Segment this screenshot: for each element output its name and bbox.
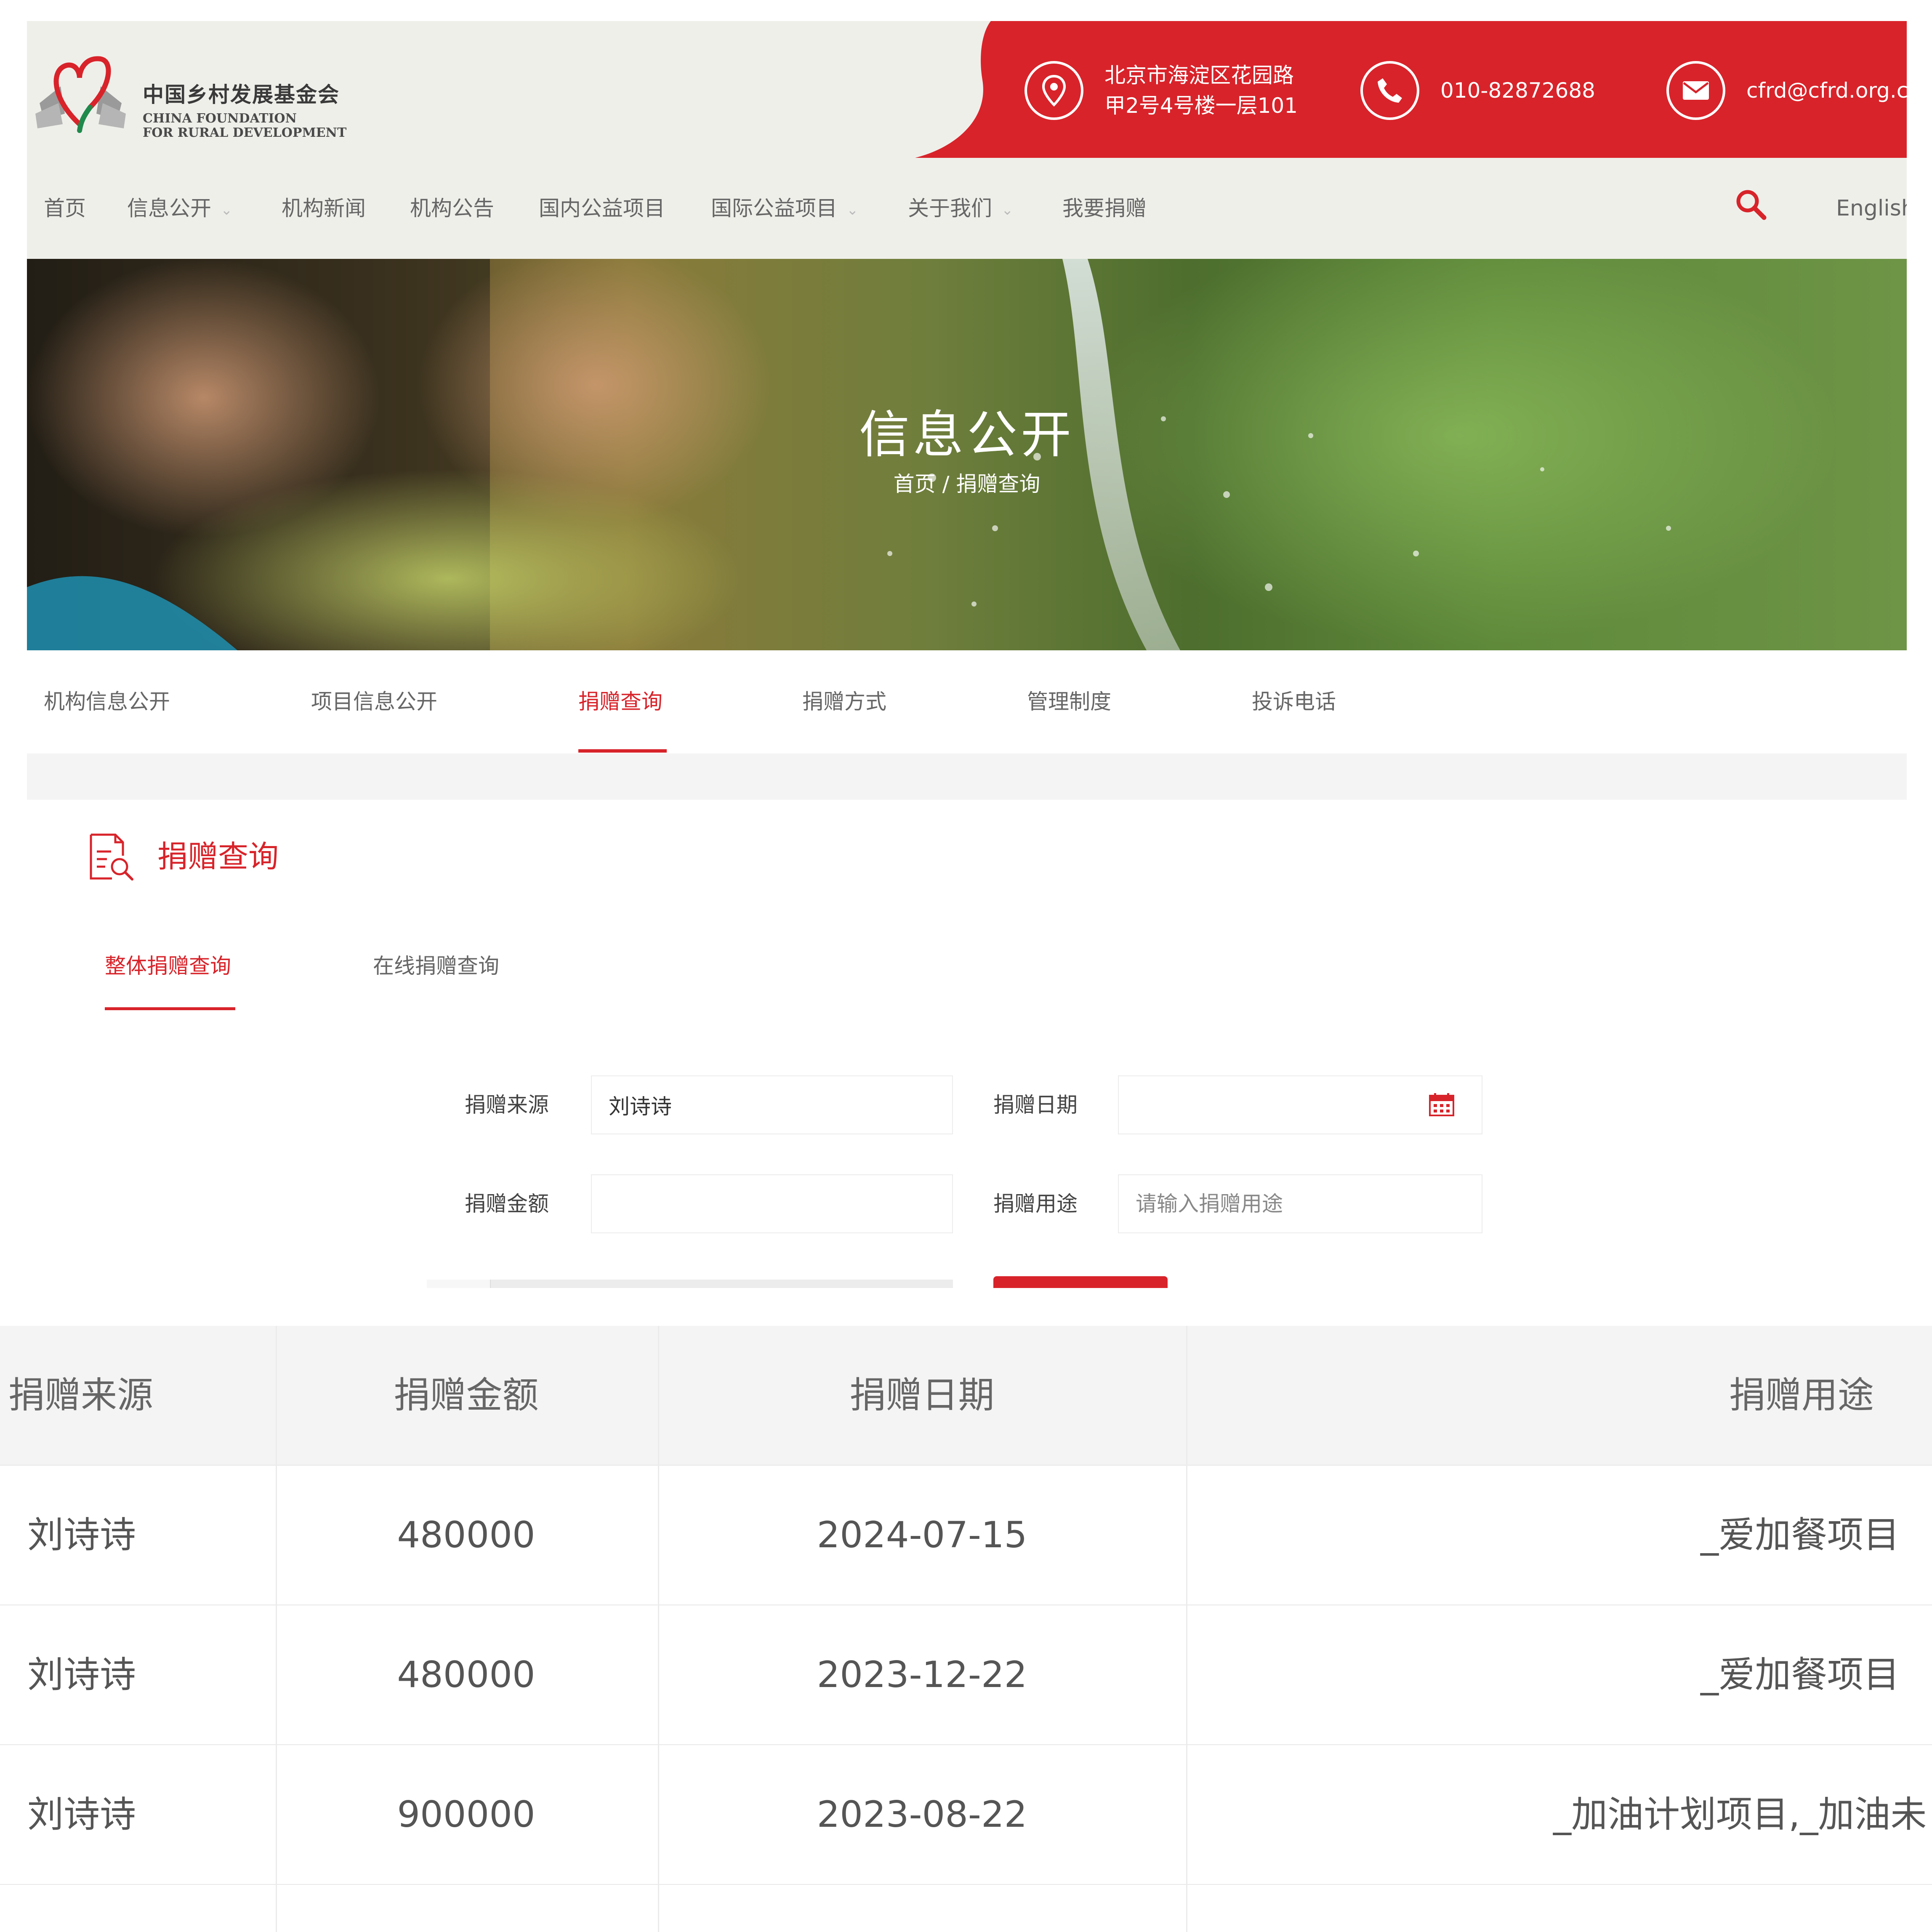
column-divider — [276, 1326, 277, 1932]
tab-donation-query[interactable]: 捐赠查询 — [578, 650, 663, 753]
cell-donation-date: 2023-12-22 — [817, 1654, 1027, 1696]
table-row: 刘诗诗 900000 2023-08-22 _加油计划项目,_加油未 — [0, 1745, 1932, 1885]
donation-purpose-input[interactable] — [1118, 1174, 1482, 1233]
donation-date-input[interactable] — [1118, 1075, 1482, 1134]
logo-name-en-line2: FOR RURAL DEVELOPMENT — [143, 125, 347, 140]
chevron-down-icon: ⌄ — [221, 201, 233, 218]
query-button-partial[interactable] — [993, 1276, 1168, 1288]
logo-name-cn: 中国乡村发展基金会 — [143, 82, 340, 107]
nav-item-news[interactable]: 机构新闻 — [282, 158, 366, 259]
envelope-icon — [1666, 61, 1725, 120]
cell-donation-date: 2023-08-22 — [817, 1794, 1027, 1836]
address-contact: 北京市海淀区花园路 甲2号4号楼一层101 — [1025, 59, 1298, 122]
nav-item-label: 国内公益项目 — [539, 196, 665, 221]
table-header-row: 捐赠来源 捐赠金额 捐赠日期 捐赠用途 — [0, 1326, 1932, 1466]
table-row: 刘诗诗 480000 2023-12-22 _爱加餐项目 — [0, 1605, 1932, 1745]
donation-purpose-label: 捐赠用途 — [993, 1192, 1078, 1216]
donation-amount-input[interactable] — [591, 1174, 953, 1233]
nav-item-label: 我要捐赠 — [1062, 196, 1147, 221]
table-row: 刘诗诗 480000 2024-07-15 _爱加餐项目 — [0, 1466, 1932, 1605]
cell-donation-amount: 480000 — [397, 1654, 535, 1696]
section-divider — [27, 753, 1907, 800]
website-screenshot: 中国乡村发展基金会 CHINA FOUNDATION FOR RURAL DEV… — [27, 21, 1907, 1288]
cell-donation-amount: 900000 — [397, 1794, 535, 1836]
main-navigation: 首页 信息公开 ⌄ 机构新闻 机构公告 国内公益项目 国际公益项目 ⌄ 关于我们 ⌄ … — [27, 158, 1907, 259]
logo-text: 中国乡村发展基金会 CHINA FOUNDATION FOR RURAL DEV… — [143, 78, 346, 140]
column-divider — [1186, 1326, 1187, 1932]
location-pin-icon — [1025, 61, 1083, 120]
tab-overall-donation-query[interactable]: 整体捐赠查询 — [105, 949, 231, 979]
nav-item-home[interactable]: 首页 — [44, 158, 86, 259]
donation-source-label: 捐赠来源 — [465, 1093, 549, 1117]
phone-icon — [1360, 61, 1419, 120]
nav-item-label: 国际公益项目 — [711, 196, 837, 221]
donation-amount-label: 捐赠金额 — [465, 1192, 549, 1216]
nav-item-label: 机构公告 — [410, 196, 494, 221]
cell-donation-source: 刘诗诗 — [27, 1514, 136, 1556]
site-header: 中国乡村发展基金会 CHINA FOUNDATION FOR RURAL DEV… — [27, 21, 1907, 158]
captcha-input-partial[interactable] — [427, 1280, 953, 1288]
donation-date-label: 捐赠日期 — [993, 1093, 1078, 1117]
phone-contact: 010-82872688 — [1360, 59, 1595, 122]
chevron-down-icon: ⌄ — [846, 201, 859, 218]
address-line1: 北京市海淀区花园路 — [1104, 63, 1294, 88]
active-query-tab-indicator — [105, 1007, 235, 1010]
email-contact: cfrd@cfrd.org.cn — [1666, 59, 1907, 122]
nav-item-domestic-projects[interactable]: 国内公益项目 — [539, 158, 665, 259]
header-donation-source: 捐赠来源 — [8, 1374, 153, 1416]
header-donation-purpose: 捐赠用途 — [1729, 1374, 1874, 1416]
nav-item-label: 首页 — [44, 196, 86, 221]
contact-bar: 北京市海淀区花园路 甲2号4号楼一层101 010-82872688 cfrd@… — [915, 21, 1907, 158]
donation-results-table: 捐赠来源 捐赠金额 捐赠日期 捐赠用途 刘诗诗 480000 2024-07-1… — [0, 1326, 1932, 1932]
search-icon[interactable] — [1734, 187, 1767, 221]
tab-donation-methods[interactable]: 捐赠方式 — [802, 650, 886, 753]
email-address[interactable]: cfrd@cfrd.org.cn — [1746, 75, 1907, 106]
tab-project-info[interactable]: 项目信息公开 — [311, 650, 437, 753]
cell-donation-amount: 480000 — [397, 1514, 535, 1556]
language-switch-english[interactable]: English — [1836, 158, 1907, 259]
tab-organization-info[interactable]: 机构信息公开 — [44, 650, 170, 753]
heart-hands-logo-icon — [35, 56, 126, 133]
nav-item-donate[interactable]: 我要捐赠 — [1062, 158, 1147, 259]
chevron-down-icon: ⌄ — [1001, 201, 1014, 218]
donation-source-input[interactable] — [591, 1075, 953, 1134]
address-text: 北京市海淀区花园路 甲2号4号楼一层101 — [1104, 60, 1298, 121]
nav-item-international-projects[interactable]: 国际公益项目 ⌄ — [711, 158, 859, 259]
nav-item-label: 机构新闻 — [282, 196, 366, 221]
column-divider — [658, 1326, 659, 1932]
cell-donation-source: 刘诗诗 — [27, 1654, 136, 1696]
breadcrumb[interactable]: 首页 / 捐赠查询 — [27, 467, 1907, 498]
nav-item-about-us[interactable]: 关于我们 ⌄ — [908, 158, 1014, 259]
nav-item-label: 关于我们 — [908, 196, 992, 221]
cell-donation-source: 刘诗诗 — [27, 1794, 136, 1836]
cell-donation-purpose: _加油计划项目,_加油未 — [1553, 1794, 1927, 1836]
section-title: 捐赠查询 — [157, 839, 279, 874]
banner-title: 信息公开 — [859, 406, 1075, 464]
nav-item-announcements[interactable]: 机构公告 — [410, 158, 494, 259]
header-donation-date: 捐赠日期 — [849, 1374, 995, 1416]
cell-donation-purpose: _爱加餐项目 — [1700, 1514, 1900, 1556]
info-disclosure-subtabs: 机构信息公开 项目信息公开 捐赠查询 捐赠方式 管理制度 投诉电话 — [27, 650, 1907, 753]
tab-complaint-hotline[interactable]: 投诉电话 — [1252, 650, 1336, 753]
nav-item-label: 信息公开 — [127, 196, 211, 221]
captcha-prefix-partial — [427, 1280, 491, 1288]
address-line2: 甲2号4号楼一层101 — [1104, 93, 1298, 118]
active-tab-indicator — [578, 749, 667, 753]
phone-number[interactable]: 010-82872688 — [1440, 75, 1595, 106]
tab-management-rules[interactable]: 管理制度 — [1027, 650, 1111, 753]
cell-donation-date: 2024-07-15 — [817, 1514, 1027, 1556]
document-search-icon — [90, 833, 133, 881]
tab-online-donation-query[interactable]: 在线捐赠查询 — [373, 949, 499, 979]
nav-item-info-disclosure[interactable]: 信息公开 ⌄ — [127, 158, 233, 259]
foundation-logo[interactable]: 中国乡村发展基金会 CHINA FOUNDATION FOR RURAL DEV… — [27, 40, 359, 141]
cell-donation-purpose: _爱加餐项目 — [1700, 1654, 1900, 1696]
logo-name-en-line1: CHINA FOUNDATION — [143, 111, 297, 126]
calendar-icon[interactable] — [1429, 1092, 1455, 1117]
header-donation-amount: 捐赠金额 — [394, 1374, 539, 1416]
hero-banner: 信息公开 首页 / 捐赠查询 — [27, 259, 1907, 650]
